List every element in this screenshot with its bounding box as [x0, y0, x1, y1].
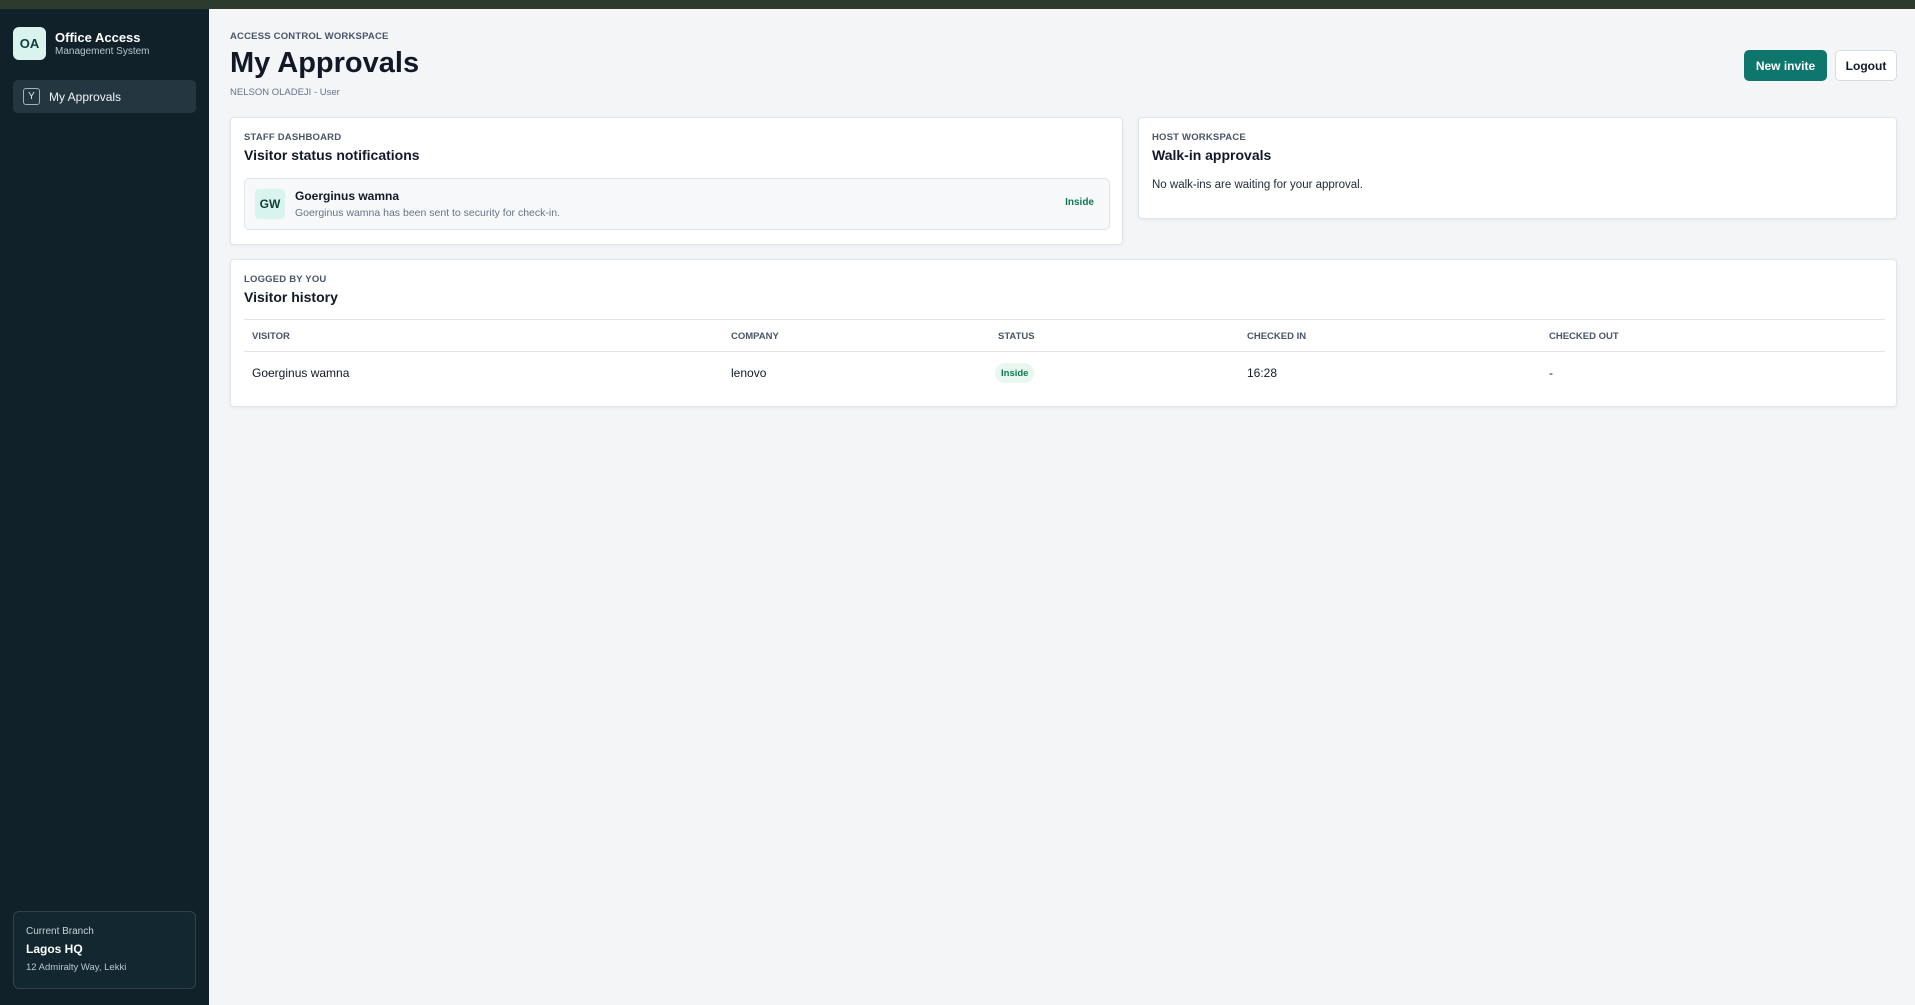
main-content: ACCESS CONTROL WORKSPACE My Approvals NE…: [209, 9, 1915, 1005]
sidebar-item-label: My Approvals: [49, 89, 122, 104]
card-title: Walk-in approvals: [1152, 147, 1272, 163]
brand-name: Office Access: [55, 29, 141, 45]
new-invite-button[interactable]: New invite: [1744, 50, 1827, 81]
avatar: GW: [255, 189, 285, 219]
table-row[interactable]: Goerginus wamna lenovo Inside 16:28 -: [244, 352, 1885, 394]
column-header-checked-in[interactable]: CHECKED IN: [1247, 331, 1306, 342]
cell-checked-in: 16:28: [1247, 366, 1278, 380]
status-badge: Inside: [995, 363, 1035, 383]
notification-item[interactable]: GW Goerginus wamna Goerginus wamna has b…: [244, 178, 1110, 230]
column-header-visitor[interactable]: VISITOR: [252, 331, 290, 342]
status-badge: Inside: [1065, 197, 1094, 208]
logout-button[interactable]: Logout: [1835, 50, 1897, 81]
table-header: VISITOR COMPANY STATUS CHECKED IN CHECKE…: [244, 319, 1885, 352]
walkin-approvals-card: HOST WORKSPACE Walk-in approvals No walk…: [1138, 117, 1897, 219]
visitor-history-table: VISITOR COMPANY STATUS CHECKED IN CHECKE…: [244, 319, 1885, 394]
cell-visitor: Goerginus wamna: [252, 366, 350, 380]
column-header-checked-out[interactable]: CHECKED OUT: [1549, 331, 1619, 342]
card-title: Visitor status notifications: [244, 147, 420, 163]
current-user: NELSON OLADEJI - User: [230, 87, 340, 98]
card-eyebrow: STAFF DASHBOARD: [244, 132, 342, 143]
cell-checked-out: -: [1549, 366, 1553, 380]
page-title: My Approvals: [230, 47, 420, 79]
card-eyebrow: HOST WORKSPACE: [1152, 132, 1246, 143]
column-header-status[interactable]: STATUS: [998, 331, 1035, 342]
card-title: Visitor history: [244, 289, 338, 305]
notification-visitor-name: Goerginus wamna: [295, 189, 400, 203]
empty-state-text: No walk-ins are waiting for your approva…: [1152, 179, 1363, 191]
branch-name: Lagos HQ: [26, 942, 83, 956]
column-header-company[interactable]: COMPANY: [731, 331, 779, 342]
card-eyebrow: LOGGED BY YOU: [244, 274, 327, 285]
branch-caption: Current Branch: [26, 926, 94, 937]
current-branch-card: Current Branch Lagos HQ 12 Admiralty Way…: [13, 911, 196, 989]
sidebar: OA Office Access Management System Y My …: [0, 9, 209, 1005]
brand: OA Office Access Management System: [13, 27, 150, 60]
visitor-history-card: LOGGED BY YOU Visitor history VISITOR CO…: [230, 259, 1897, 407]
brand-subtitle: Management System: [55, 45, 150, 57]
window-top-bar: [0, 0, 1915, 9]
page-eyebrow: ACCESS CONTROL WORKSPACE: [230, 31, 389, 42]
brand-logo: OA: [13, 27, 46, 60]
notification-message: Goerginus wamna has been sent to securit…: [295, 207, 560, 219]
visitor-notifications-card: STAFF DASHBOARD Visitor status notificat…: [230, 117, 1123, 245]
cell-company: lenovo: [731, 366, 767, 380]
sidebar-item-my-approvals[interactable]: Y My Approvals: [13, 80, 196, 113]
branch-address: 12 Admiralty Way, Lekki: [26, 962, 127, 973]
nav-shortcut-key: Y: [23, 88, 40, 105]
